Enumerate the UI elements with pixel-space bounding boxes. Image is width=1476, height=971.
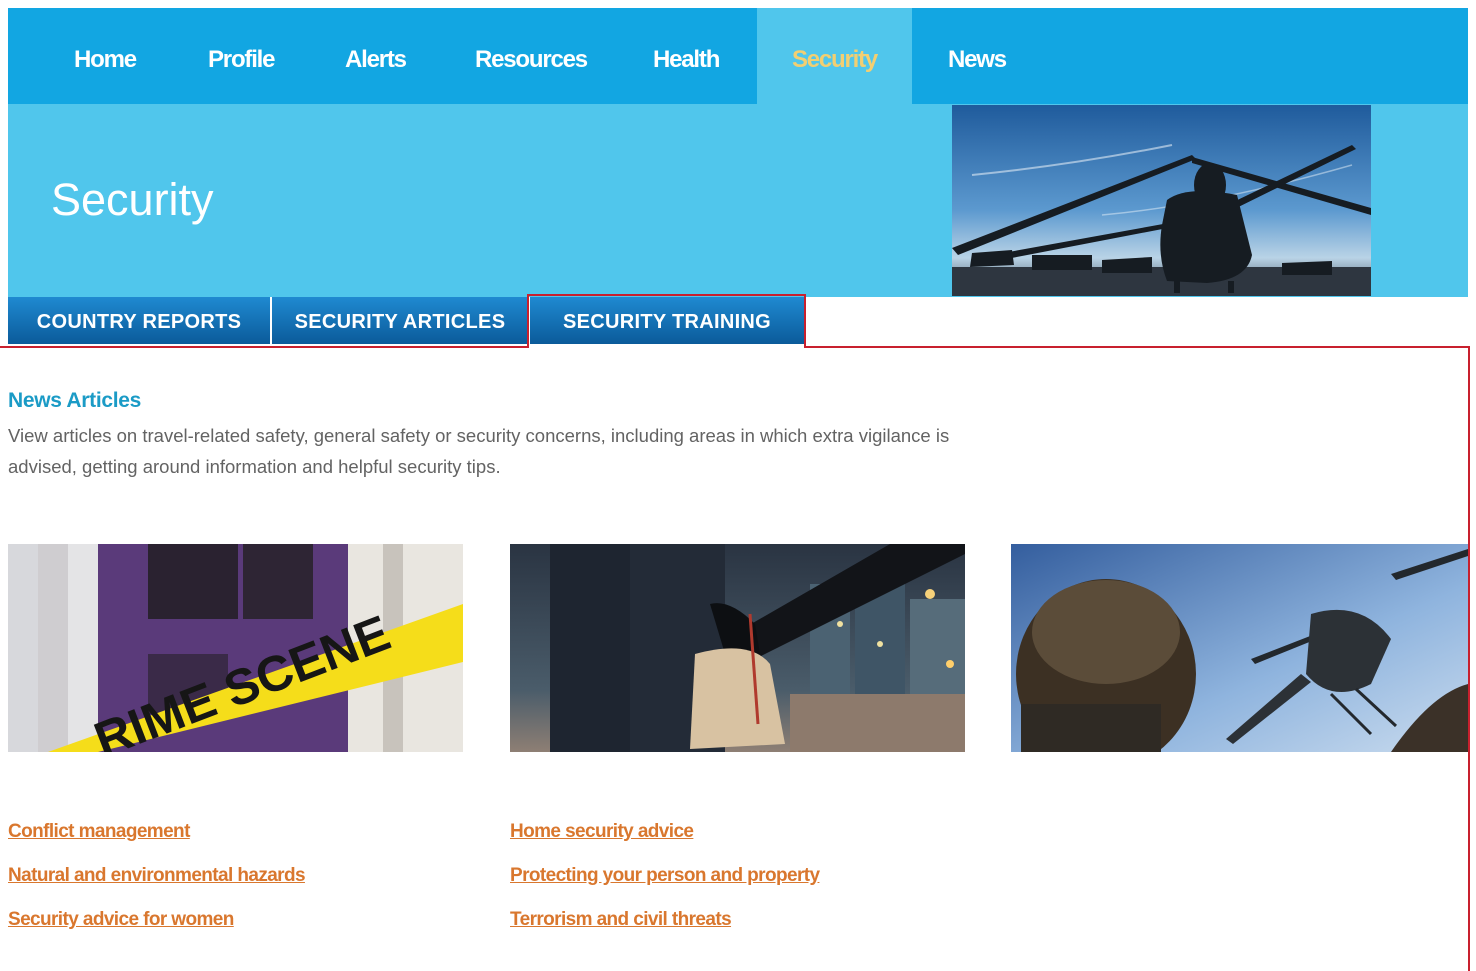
main-navigation: Home Profile Alerts Resources Health Sec… (8, 8, 1468, 104)
link-terrorism-civil-threats[interactable]: Terrorism and civil threats (510, 909, 732, 931)
nav-item-resources[interactable]: Resources (475, 8, 588, 104)
page-title: Security (51, 174, 214, 225)
link-security-advice-women[interactable]: Security advice for women (8, 909, 234, 931)
helicopter-image (952, 105, 1371, 296)
link-protecting-person-property[interactable]: Protecting your person and property (510, 865, 820, 887)
nav-item-news[interactable]: News (948, 8, 1007, 104)
highlight-outline-bottom-right (804, 346, 1470, 348)
highlight-outline-side (1468, 346, 1470, 971)
page-banner: Security (8, 104, 1468, 297)
tab-security-articles[interactable]: SECURITY ARTICLES (272, 297, 528, 344)
section-heading: News Articles (8, 389, 142, 412)
nav-item-alerts[interactable]: Alerts (345, 8, 407, 104)
tab-security-training[interactable]: SECURITY TRAINING (530, 297, 804, 344)
link-home-security-advice[interactable]: Home security advice (510, 821, 694, 843)
highlight-outline-right (804, 294, 806, 348)
highlight-outline-bottom-left (0, 346, 529, 348)
tab-country-reports[interactable]: COUNTRY REPORTS (8, 297, 270, 344)
crime-scene-tape-image[interactable]: RIME SCENE (8, 544, 463, 752)
highlight-outline-top (527, 294, 806, 296)
section-description: View articles on travel-related safety, … (8, 425, 950, 477)
link-conflict-management[interactable]: Conflict management (8, 821, 190, 843)
handbag-snatch-image[interactable] (510, 544, 965, 752)
highlight-outline-left (527, 294, 529, 348)
nav-item-security[interactable]: Security (757, 8, 912, 104)
soldier-helicopter-image[interactable] (1011, 544, 1468, 752)
nav-item-home[interactable]: Home (74, 8, 137, 104)
link-natural-environmental-hazards[interactable]: Natural and environmental hazards (8, 865, 306, 887)
nav-item-profile[interactable]: Profile (208, 8, 276, 104)
nav-item-health[interactable]: Health (653, 8, 720, 104)
